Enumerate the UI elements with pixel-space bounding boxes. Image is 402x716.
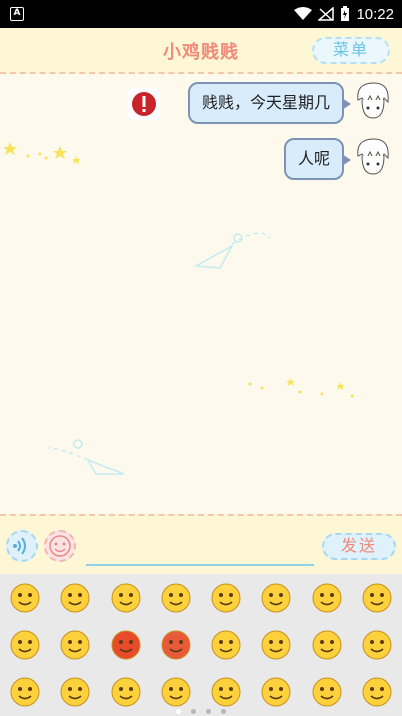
emoji-furious-icon[interactable]: [151, 621, 201, 668]
voice-button[interactable]: [6, 530, 38, 562]
emoji-sob-yell-icon[interactable]: [101, 668, 151, 715]
emoji-frown-icon[interactable]: [352, 621, 402, 668]
battery-icon: [341, 6, 350, 21]
emoji-laughing-tears-icon[interactable]: [50, 621, 100, 668]
message-input[interactable]: [86, 532, 314, 566]
page-dot[interactable]: [221, 709, 226, 714]
paper-plane-decoration: [47, 232, 271, 475]
no-signal-icon: [318, 7, 335, 21]
stars-decoration: [3, 142, 354, 398]
emoji-crying-icon[interactable]: [251, 574, 301, 621]
emoji-sick-icon[interactable]: [151, 668, 201, 715]
menu-button[interactable]: 菜单: [312, 37, 390, 64]
emoji-grin-teeth-icon[interactable]: [251, 621, 301, 668]
page-dot[interactable]: [191, 709, 196, 714]
page-indicator: [0, 709, 402, 714]
page-dot[interactable]: [206, 709, 211, 714]
message-bubble[interactable]: 人呢: [283, 138, 352, 180]
emoji-think-icon[interactable]: [201, 668, 251, 715]
emoji-shocked-icon[interactable]: [302, 621, 352, 668]
status-icons: 10:22: [294, 4, 394, 24]
clock: 10:22: [356, 5, 394, 23]
emoji-worried-icon[interactable]: [352, 668, 402, 715]
emoji-tongue-wink-icon[interactable]: [201, 621, 251, 668]
emoji-heart-eyes-icon[interactable]: [101, 574, 151, 621]
emoji-cool-sunglasses-icon[interactable]: [201, 574, 251, 621]
chat-area[interactable]: 贱贱，今天星期几 人呢: [0, 76, 402, 514]
emoji-shy-blush-icon[interactable]: [50, 668, 100, 715]
emoji-button[interactable]: [44, 530, 76, 562]
emoji-pout-icon[interactable]: [151, 574, 201, 621]
chat-header: 小鸡贱贱 菜单: [0, 28, 402, 74]
page-dot[interactable]: [176, 709, 181, 714]
smiley-icon: [49, 535, 71, 557]
emoji-grid: [0, 574, 402, 715]
emoji-ninja-mask-icon[interactable]: [0, 668, 50, 715]
emoji-angry-red-icon[interactable]: [101, 621, 151, 668]
emoji-wink-sweat-icon[interactable]: [0, 621, 50, 668]
status-bar: A 10:22: [0, 0, 402, 28]
avatar[interactable]: [352, 136, 394, 180]
voice-icon: [13, 537, 26, 555]
input-bar: 发送: [0, 514, 402, 574]
emoji-smile-icon[interactable]: [0, 574, 50, 621]
avatar[interactable]: [352, 80, 394, 124]
message-failed-icon[interactable]: [128, 88, 160, 120]
emoji-star-struck-icon[interactable]: [302, 574, 352, 621]
send-button[interactable]: 发送: [322, 533, 396, 560]
emoji-panel: [0, 574, 402, 716]
emoji-zip-mouth-icon[interactable]: [352, 574, 402, 621]
emoji-content-smile-icon[interactable]: [251, 668, 301, 715]
app-notification-icon: A: [10, 7, 24, 21]
wifi-icon: [294, 7, 313, 20]
emoji-blush-icon[interactable]: [50, 574, 100, 621]
message-bubble[interactable]: 贱贱，今天星期几: [187, 82, 352, 124]
emoji-surprised-o-icon[interactable]: [302, 668, 352, 715]
